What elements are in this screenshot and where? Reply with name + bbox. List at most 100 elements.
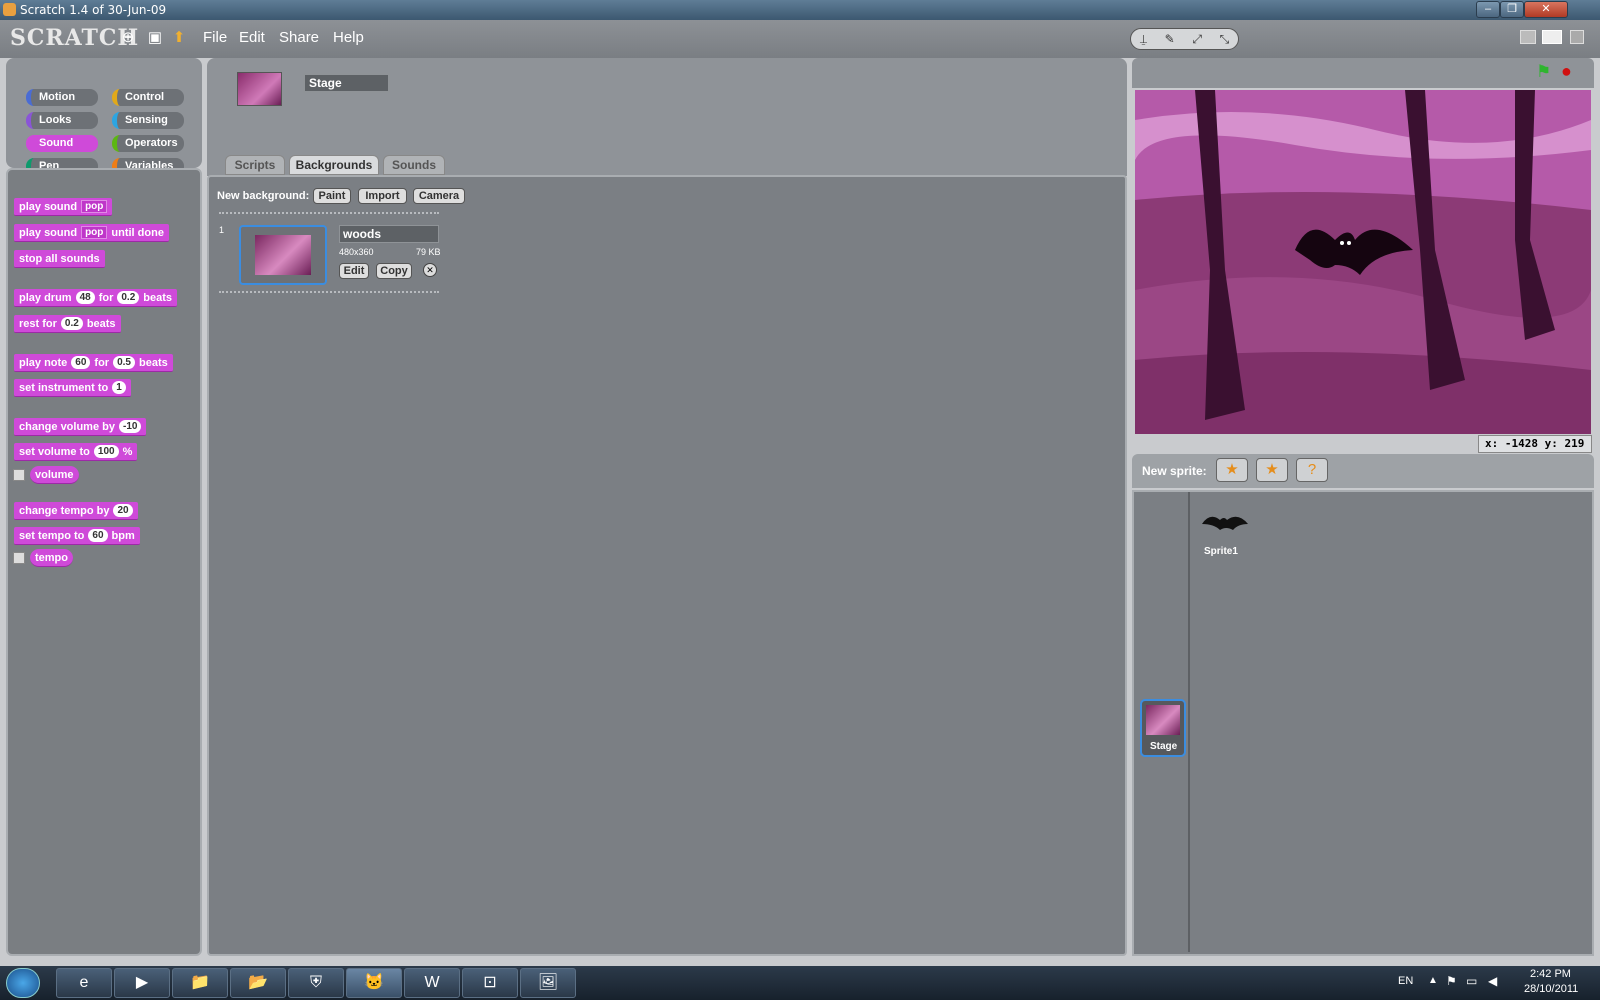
costume-thumbnail-woods[interactable] xyxy=(239,225,327,285)
tempo-input[interactable]: 20 xyxy=(113,504,133,517)
sprite1-thumbnail[interactable] xyxy=(1200,510,1250,534)
show-hidden-icons-icon[interactable]: ▲ xyxy=(1428,975,1438,986)
close-window-button[interactable]: ✕ xyxy=(1524,1,1568,18)
block-set-instrument[interactable]: set instrument to 1 xyxy=(14,379,131,397)
maximize-button[interactable]: ❐ xyxy=(1500,1,1524,18)
drum-input[interactable]: 48 xyxy=(75,291,95,304)
taskbar-app-icon[interactable]: ⊡ xyxy=(462,968,518,998)
camera-button[interactable]: Camera xyxy=(413,188,465,204)
block-label: play sound xyxy=(19,200,78,213)
edit-costume-button[interactable]: Edit xyxy=(339,263,369,279)
language-indicator[interactable]: EN xyxy=(1398,975,1413,987)
stage-canvas[interactable] xyxy=(1135,90,1591,434)
choose-sprite-from-file-icon[interactable]: ★ xyxy=(1256,458,1288,482)
clock-time[interactable]: 2:42 PM xyxy=(1530,968,1571,980)
block-play-drum[interactable]: play drum 48 for 0.2 beats xyxy=(14,289,178,307)
tab-sounds[interactable]: Sounds xyxy=(383,155,445,175)
block-play-sound[interactable]: play sound pop xyxy=(14,198,113,216)
category-palette: Motion Control Looks Sensing Sound Opera… xyxy=(6,58,202,175)
sound-dropdown[interactable]: pop xyxy=(81,226,108,239)
category-motion[interactable]: Motion xyxy=(26,89,98,106)
volume-input[interactable]: 100 xyxy=(93,445,119,458)
block-play-note[interactable]: play note 60 for 0.5 beats xyxy=(14,354,173,372)
menu-edit[interactable]: Edit xyxy=(239,29,265,46)
small-stage-icon[interactable] xyxy=(1520,30,1536,44)
presentation-mode-icon[interactable] xyxy=(1570,30,1584,44)
block-label: until done xyxy=(111,226,164,239)
taskbar-ie-icon[interactable]: e xyxy=(56,968,112,998)
block-change-tempo[interactable]: change tempo by 20 xyxy=(14,502,138,520)
category-looks[interactable]: Looks xyxy=(26,112,98,129)
block-change-volume[interactable]: change volume by -10 xyxy=(14,418,147,436)
beats-input[interactable]: 0.5 xyxy=(113,356,135,369)
block-label: play note xyxy=(19,356,68,369)
volume-input[interactable]: -10 xyxy=(118,420,142,433)
block-stop-all-sounds[interactable]: stop all sounds xyxy=(14,250,105,268)
category-sensing[interactable]: Sensing xyxy=(112,112,184,129)
block-rest-for[interactable]: rest for 0.2 beats xyxy=(14,315,121,333)
normal-stage-icon[interactable] xyxy=(1542,30,1562,44)
stage-selector[interactable]: Stage xyxy=(1140,699,1186,757)
tempo-checkbox[interactable] xyxy=(13,552,25,564)
block-volume-reporter[interactable]: volume xyxy=(30,466,79,484)
menu-help[interactable]: Help xyxy=(333,29,364,46)
clock-date[interactable]: 28/10/2011 xyxy=(1524,983,1578,995)
sprite1-label[interactable]: Sprite1 xyxy=(1204,546,1238,557)
current-object-thumbnail xyxy=(237,72,282,106)
share-icon[interactable]: ⬆ xyxy=(170,29,188,47)
stamp-icon[interactable]: ⍊ xyxy=(1140,32,1147,47)
green-flag-icon[interactable]: ⚑ xyxy=(1536,62,1551,82)
import-button[interactable]: Import xyxy=(358,188,407,204)
beats-input[interactable]: 0.2 xyxy=(60,317,83,330)
network-icon[interactable]: ▭ xyxy=(1466,974,1477,988)
tempo-input[interactable]: 60 xyxy=(88,529,108,542)
volume-checkbox[interactable] xyxy=(13,469,25,481)
category-operators[interactable]: Operators xyxy=(112,135,184,152)
taskbar-word-icon[interactable]: W xyxy=(404,968,460,998)
taskbar-scratch-icon[interactable]: 🐱 xyxy=(346,968,402,998)
costume-name-field[interactable]: woods xyxy=(339,225,439,243)
stop-sign-icon[interactable]: ● xyxy=(1561,61,1572,82)
action-center-icon[interactable]: ⚑ xyxy=(1446,974,1457,988)
menu-share[interactable]: Share xyxy=(279,29,319,46)
mouse-coordinates: x: -1428 y: 219 xyxy=(1478,435,1592,453)
taskbar-security-icon[interactable]: ⛨ xyxy=(288,968,344,998)
block-label: set tempo to xyxy=(19,529,85,542)
block-play-sound-until-done[interactable]: play sound pop until done xyxy=(14,224,169,242)
paint-button[interactable]: Paint xyxy=(313,188,351,204)
pencil-icon[interactable]: ✎ xyxy=(1165,32,1175,46)
beats-input[interactable]: 0.2 xyxy=(117,291,140,304)
category-control[interactable]: Control xyxy=(112,89,184,106)
sprite-list: Sprite1 Stage xyxy=(1132,490,1594,956)
taskbar-folder-icon[interactable]: 📂 xyxy=(230,968,286,998)
window-titlebar: Scratch 1.4 of 30-Jun-09 – ❐ ✕ xyxy=(0,0,1600,20)
note-input[interactable]: 60 xyxy=(71,356,91,369)
tab-scripts[interactable]: Scripts xyxy=(225,155,285,175)
start-button[interactable] xyxy=(6,968,40,998)
taskbar-explorer-icon[interactable]: 📁 xyxy=(172,968,228,998)
block-label: rest for xyxy=(19,317,57,330)
instrument-input[interactable]: 1 xyxy=(112,381,126,394)
stage-column-divider xyxy=(1188,492,1190,952)
grow-icon[interactable]: ⤢ xyxy=(1192,32,1202,47)
globe-icon[interactable]: ⊕ xyxy=(119,29,137,47)
taskbar-media-player-icon[interactable]: ▶ xyxy=(114,968,170,998)
volume-icon[interactable]: ◀ xyxy=(1488,974,1497,988)
menu-file[interactable]: File xyxy=(203,29,227,46)
copy-costume-button[interactable]: Copy xyxy=(376,263,412,279)
paint-new-sprite-icon[interactable]: ★ xyxy=(1216,458,1248,482)
minimize-button[interactable]: – xyxy=(1476,1,1500,18)
category-sound[interactable]: Sound xyxy=(26,135,98,152)
block-set-tempo[interactable]: set tempo to 60 bpm xyxy=(14,527,140,545)
tab-backgrounds[interactable]: Backgrounds xyxy=(289,155,379,175)
save-icon[interactable]: ▣ xyxy=(146,29,164,47)
object-name-field[interactable]: Stage xyxy=(303,73,390,93)
surprise-sprite-icon[interactable]: ? xyxy=(1296,458,1328,482)
sound-dropdown[interactable]: pop xyxy=(81,200,108,213)
block-label: for xyxy=(98,291,114,304)
block-tempo-reporter[interactable]: tempo xyxy=(30,549,73,567)
delete-costume-icon[interactable]: ✕ xyxy=(423,263,437,277)
shrink-icon[interactable]: ⤡ xyxy=(1220,32,1230,47)
taskbar-picture-viewer-icon[interactable]: 🖼 xyxy=(520,968,576,998)
block-set-volume[interactable]: set volume to 100 % xyxy=(14,443,138,461)
